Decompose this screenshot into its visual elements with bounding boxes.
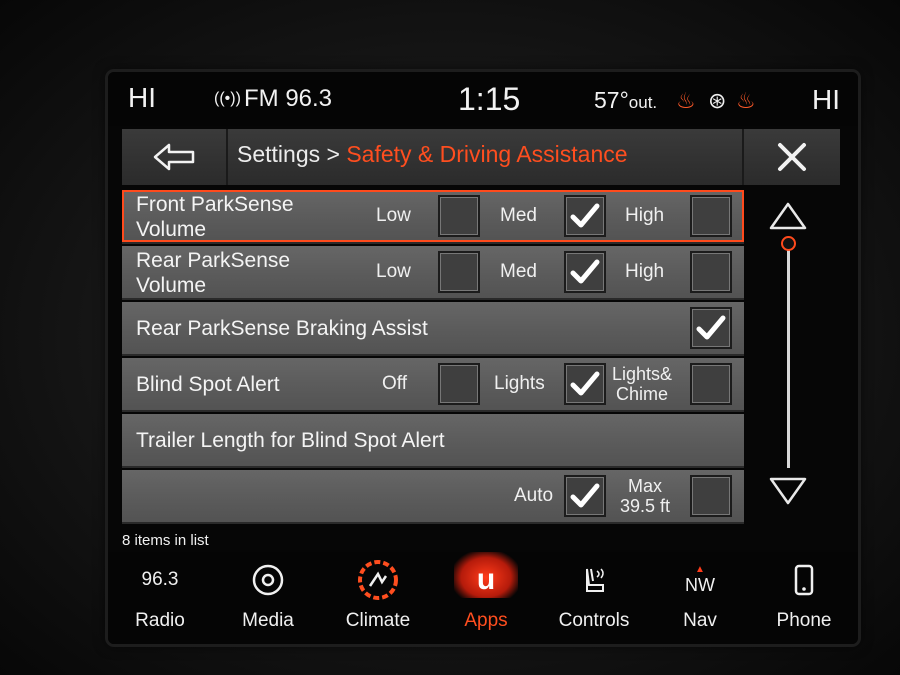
- list-item-blind-spot-alert[interactable]: Blind Spot Alert Off Lights Lights& Chime: [122, 358, 744, 412]
- checkbox-high[interactable]: [690, 251, 732, 293]
- checkbox-auto[interactable]: [564, 475, 606, 517]
- driver-temp-setting: HI: [128, 82, 156, 113]
- back-arrow-icon: [153, 143, 195, 171]
- list-item-rear-parksense-volume[interactable]: Rear ParkSense Volume Low Med High: [122, 246, 744, 300]
- breadcrumb: Settings > Safety & Driving Assistance: [237, 141, 628, 168]
- heated-wheel-icon: ⊛: [708, 88, 727, 113]
- compass-icon: ▲ NW: [685, 563, 715, 595]
- option-label: Low: [376, 205, 411, 226]
- heated-seat-icon-right: ♨: [736, 88, 756, 113]
- row-label: Front ParkSense Volume: [136, 193, 294, 241]
- option-label: Auto: [514, 485, 554, 506]
- item-count: 8 items in list: [122, 532, 209, 549]
- back-button[interactable]: [122, 129, 228, 185]
- check-icon: [696, 315, 726, 340]
- nav-label: Nav: [683, 610, 717, 631]
- option-label: Med: [500, 205, 537, 226]
- clock: 1:15: [458, 81, 521, 117]
- option-label: Lights: [494, 373, 545, 394]
- apps-uconnect-icon: u: [476, 563, 496, 596]
- nav-radio[interactable]: 96.3 Radio: [110, 552, 210, 644]
- option-label: Lights& Chime: [612, 364, 673, 404]
- option-label: Max 39.5 ft: [620, 476, 671, 516]
- passenger-temp-setting: HI: [812, 84, 840, 115]
- list-item-rear-parksense-braking-assist[interactable]: Rear ParkSense Braking Assist: [122, 302, 744, 356]
- head-unit-screen: HI ((•)) FM 96.3 1:15 57°out. ♨ ⊛ ♨ HI S…: [108, 72, 858, 644]
- bottom-nav: 96.3 Radio Media Climate u Apps Controls…: [108, 552, 858, 644]
- checkbox-off[interactable]: [438, 363, 480, 405]
- title-bar: Settings > Safety & Driving Assistance: [122, 129, 840, 185]
- radio-signal-icon: ((•)): [214, 90, 241, 107]
- breadcrumb-current: Safety & Driving Assistance: [346, 141, 628, 167]
- option-label: High: [625, 205, 665, 226]
- settings-list: Front ParkSense Volume Low Med High Rear …: [122, 190, 744, 526]
- option-label: Off: [382, 373, 407, 394]
- option-label: Low: [376, 261, 411, 282]
- outside-temp: 57°out.: [594, 87, 658, 113]
- checkbox-high[interactable]: [690, 195, 732, 237]
- checkbox-lights[interactable]: [564, 363, 606, 405]
- close-icon: [778, 143, 806, 171]
- checkbox-max[interactable]: [690, 475, 732, 517]
- nav-label: Media: [242, 610, 294, 631]
- nav-label: Apps: [464, 610, 508, 631]
- list-item-trailer-length[interactable]: Trailer Length for Blind Spot Alert: [122, 414, 744, 468]
- list-item-front-parksense-volume[interactable]: Front ParkSense Volume Low Med High: [122, 190, 744, 244]
- nav-label: Phone: [776, 610, 832, 631]
- media-disc-icon: [218, 562, 318, 598]
- option-label: High: [625, 261, 665, 282]
- checkbox-lights-chime[interactable]: [690, 363, 732, 405]
- nav-label: Controls: [558, 610, 630, 631]
- nav-media[interactable]: Media: [218, 552, 318, 644]
- scroll-track[interactable]: [787, 242, 790, 468]
- row-label: Trailer Length for Blind Spot Alert: [136, 429, 445, 452]
- check-icon: [570, 371, 600, 396]
- status-bar: HI ((•)) FM 96.3 1:15 57°out. ♨ ⊛ ♨ HI: [108, 72, 858, 126]
- option-label: Med: [500, 261, 537, 282]
- nav-label: Radio: [135, 610, 185, 631]
- scrollbar[interactable]: [758, 190, 820, 520]
- check-icon: [570, 483, 600, 508]
- list-item-trailer-length-options[interactable]: Auto Max 39.5 ft: [122, 470, 744, 524]
- heated-seat-icon: ♨: [676, 88, 696, 113]
- nav-phone[interactable]: Phone: [754, 552, 854, 644]
- climate-fan-icon: [328, 560, 428, 600]
- checkbox-med[interactable]: [564, 251, 606, 293]
- scroll-up-icon[interactable]: [768, 200, 808, 232]
- radio-station: FM 96.3: [244, 85, 333, 112]
- nav-apps[interactable]: u Apps: [436, 552, 536, 644]
- nav-controls[interactable]: Controls: [544, 552, 644, 644]
- phone-icon: [754, 562, 854, 598]
- scroll-down-icon[interactable]: [768, 475, 808, 507]
- nav-climate[interactable]: Climate: [328, 552, 428, 644]
- radio-icon: 96.3: [141, 569, 179, 590]
- check-icon: [570, 203, 600, 228]
- check-icon: [570, 259, 600, 284]
- checkbox-low[interactable]: [438, 251, 480, 293]
- row-label: Blind Spot Alert: [136, 373, 280, 396]
- checkbox-med[interactable]: [564, 195, 606, 237]
- nav-nav[interactable]: ▲ NW Nav: [650, 552, 750, 644]
- nav-label: Climate: [345, 610, 411, 631]
- checkbox-braking-assist[interactable]: [690, 307, 732, 349]
- checkbox-low[interactable]: [438, 195, 480, 237]
- controls-seat-icon: [544, 562, 644, 598]
- row-label: Rear ParkSense Volume: [136, 249, 291, 297]
- close-button[interactable]: [742, 129, 840, 185]
- row-label: Rear ParkSense Braking Assist: [136, 317, 428, 340]
- scroll-thumb[interactable]: [781, 236, 796, 251]
- breadcrumb-parent[interactable]: Settings >: [237, 141, 340, 167]
